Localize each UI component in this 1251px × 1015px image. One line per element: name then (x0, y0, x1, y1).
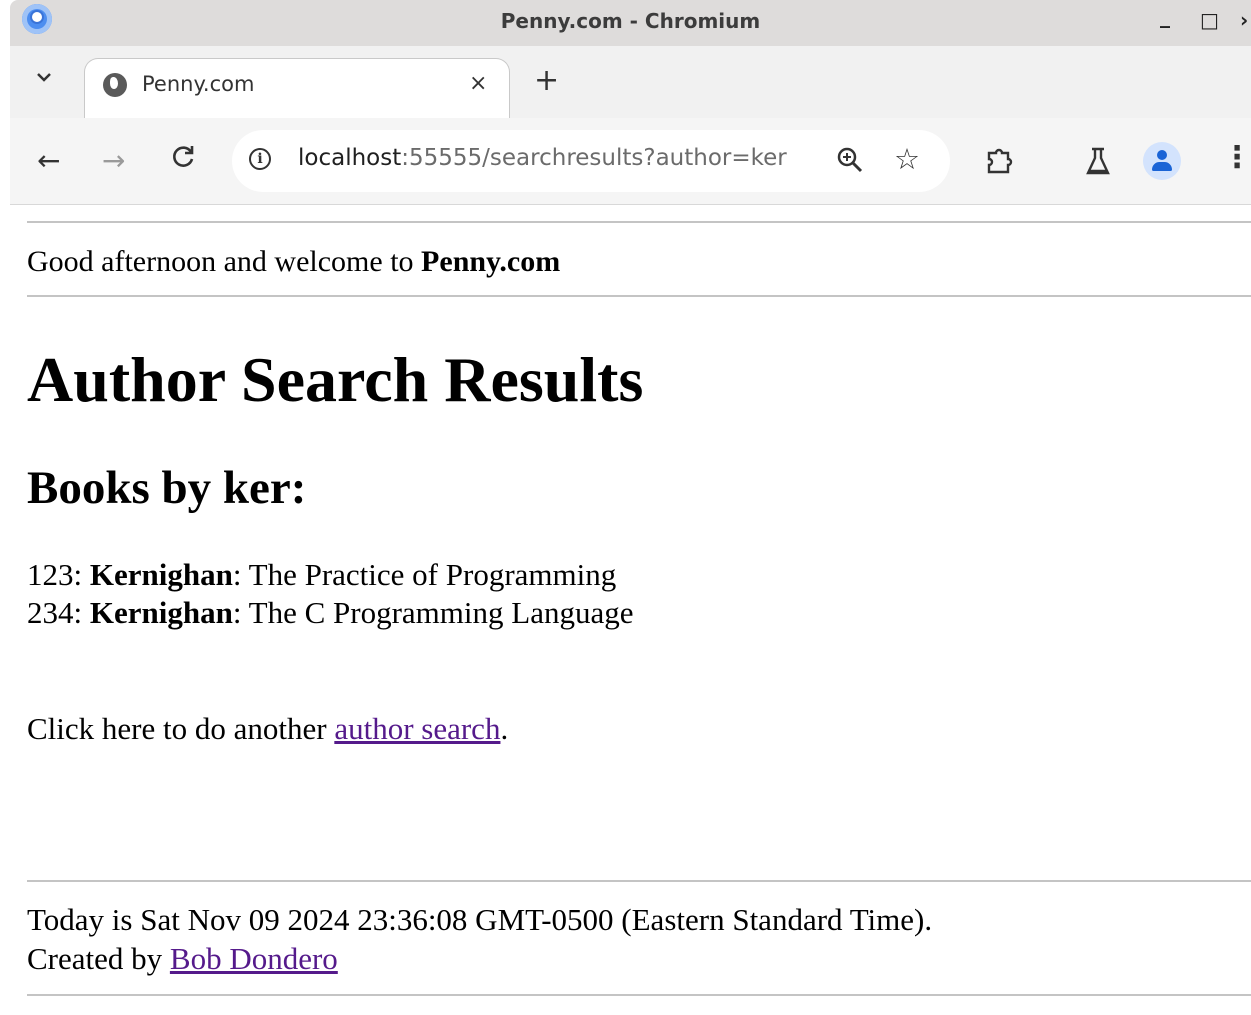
window-title: Penny.com - Chromium (500, 9, 761, 33)
back-button[interactable]: ← (37, 144, 60, 177)
book-row: 234: Kernighan: The C Programming Langua… (27, 595, 634, 630)
tab-title: Penny.com (142, 72, 255, 96)
address-bar[interactable]: i localhost:55555/searchresults?author=k… (232, 130, 950, 192)
top-divider (27, 221, 1251, 223)
labs-flask-icon[interactable] (1084, 146, 1112, 180)
forward-button[interactable]: → (102, 144, 125, 177)
more-menu-icon[interactable]: ⋮ (1222, 140, 1251, 175)
reload-button[interactable] (170, 144, 196, 174)
extensions-puzzle-icon[interactable] (985, 144, 1017, 180)
results-subheading: Books by ker: (27, 462, 307, 514)
window-titlebar: Penny.com - Chromium _ □ › (10, 0, 1251, 46)
footer-divider-top (27, 880, 1251, 882)
greeting-divider (27, 295, 1251, 297)
bookmark-star-icon[interactable]: ☆ (894, 142, 920, 176)
greeting-text: Good afternoon and welcome to Penny.com (27, 245, 561, 278)
tab-search-chevron-down-icon[interactable] (36, 70, 52, 88)
tab-penny[interactable]: Penny.com × (84, 58, 510, 121)
url-text[interactable]: localhost:55555/searchresults?author=ker (298, 145, 787, 171)
another-search-text: Click here to do another author search. (27, 711, 509, 746)
close-window-button[interactable]: › (1240, 8, 1248, 32)
new-tab-button[interactable]: + (534, 66, 559, 96)
globe-icon (103, 73, 127, 97)
profile-avatar-icon[interactable] (1143, 142, 1181, 180)
author-credit-link[interactable]: Bob Dondero (170, 941, 338, 976)
browser-toolbar: ← → i localhost:55555/searchresults?auth… (10, 118, 1251, 205)
minimize-button[interactable]: _ (1160, 4, 1170, 28)
site-name: Penny.com (421, 245, 561, 278)
footer-date: Today is Sat Nov 09 2024 23:36:08 GMT-05… (27, 902, 933, 937)
footer-divider-bottom (27, 994, 1251, 996)
zoom-icon[interactable] (836, 146, 864, 178)
page-title: Author Search Results (27, 344, 644, 415)
site-info-icon[interactable]: i (249, 148, 271, 170)
tab-strip: Penny.com × + (10, 46, 1251, 121)
tab-close-button[interactable]: × (469, 71, 487, 96)
footer-credit: Created by Bob Dondero (27, 941, 338, 976)
book-row: 123: Kernighan: The Practice of Programm… (27, 557, 617, 592)
maximize-button[interactable]: □ (1200, 8, 1219, 32)
author-search-link[interactable]: author search (334, 711, 500, 746)
